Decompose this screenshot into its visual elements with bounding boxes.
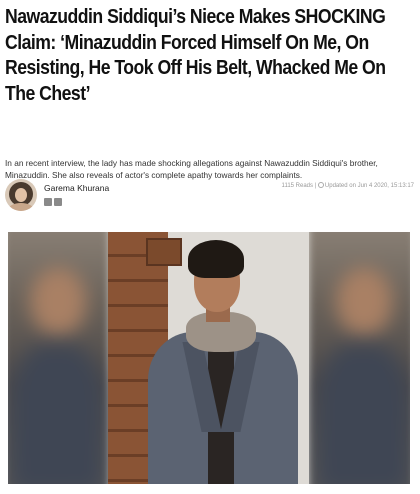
blurred-right-backdrop — [308, 232, 410, 484]
updated-timestamp: Updated on Jun 4 2020, 15:13:17 — [324, 183, 414, 189]
author-social-links — [44, 198, 62, 206]
hero-image — [8, 232, 410, 484]
author-name[interactable]: Garema Khurana — [44, 183, 109, 193]
main-photo — [108, 232, 309, 484]
author-avatar[interactable] — [5, 179, 37, 211]
social-icon-2[interactable] — [54, 198, 62, 206]
clock-icon — [317, 182, 324, 188]
article-headline: Nawazuddin Siddiqui’s Niece Makes SHOCKI… — [5, 5, 386, 105]
social-icon-1[interactable] — [44, 198, 52, 206]
author-byline: Garema Khurana — [5, 176, 305, 211]
blurred-left-backdrop — [8, 232, 110, 484]
